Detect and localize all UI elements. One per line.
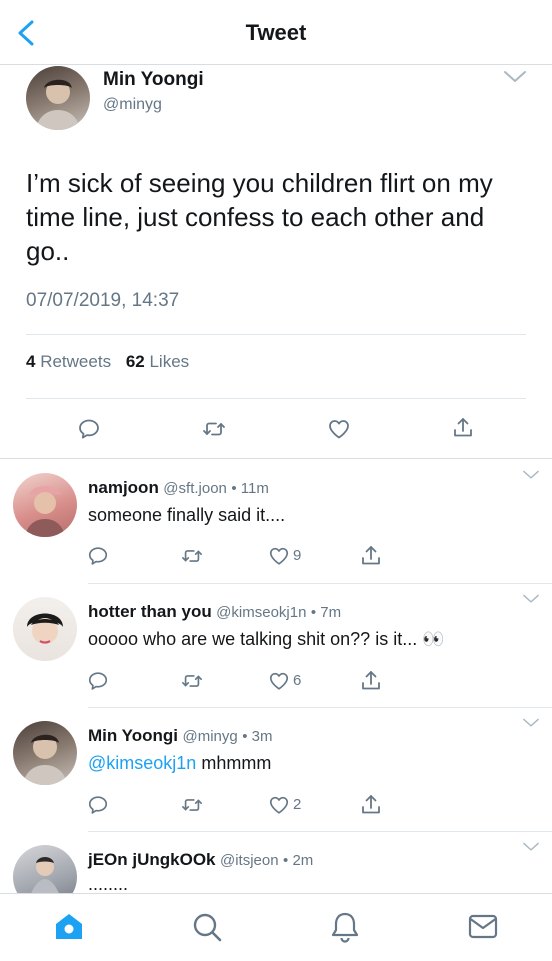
- share-icon[interactable]: [451, 416, 475, 440]
- avatar-image: [25, 486, 65, 537]
- bell-icon[interactable]: [329, 910, 361, 944]
- avatar[interactable]: [26, 66, 90, 130]
- author-handle[interactable]: @minyg: [103, 96, 162, 114]
- retweet-icon[interactable]: [180, 670, 204, 692]
- share-icon[interactable]: [359, 544, 383, 568]
- reply-header: hotter than you @kimseokj1n • 7m: [88, 602, 341, 622]
- divider: [26, 334, 526, 335]
- reply-header: Min Yoongi @minyg • 3m: [88, 726, 272, 746]
- reply-time: • 2m: [283, 852, 314, 869]
- search-icon[interactable]: [191, 911, 223, 943]
- reply-time: • 11m: [231, 480, 269, 497]
- tweet-text-line: I’m sick of seeing you children flirt on…: [26, 168, 493, 198]
- reply-text: @kimseokj1n mhmmm: [88, 753, 271, 774]
- divider: [88, 707, 552, 708]
- retweets-stat[interactable]: 4 Retweets: [26, 352, 111, 371]
- avatar[interactable]: [13, 473, 77, 537]
- likes-stat[interactable]: 62 Likes: [126, 352, 189, 371]
- divider: [0, 458, 552, 459]
- divider: [26, 398, 526, 399]
- author-handle[interactable]: @sft.joon: [163, 480, 227, 497]
- divider: [88, 583, 552, 584]
- mention-link[interactable]: @kimseokj1n: [88, 753, 196, 773]
- tweet-text-line: go..: [26, 236, 70, 266]
- like-count: 6: [293, 672, 302, 689]
- author-handle[interactable]: @kimseokj1n: [216, 604, 306, 621]
- bottom-tab-bar: [0, 893, 552, 961]
- retweet-icon[interactable]: [180, 794, 204, 816]
- tweet-timestamp: 07/07/2019, 14:37: [26, 290, 180, 311]
- share-icon[interactable]: [359, 793, 383, 817]
- avatar-image: [27, 613, 63, 644]
- reply-text: someone finally said it....: [88, 505, 286, 525]
- reply-icon[interactable]: [87, 545, 109, 567]
- chevron-down-icon[interactable]: [522, 842, 540, 852]
- reply-text: ........: [88, 874, 129, 894]
- chevron-down-icon[interactable]: [522, 718, 540, 728]
- retweet-icon[interactable]: [180, 545, 204, 567]
- reply-time: • 7m: [310, 604, 342, 621]
- heart-icon[interactable]: [327, 417, 351, 441]
- home-icon[interactable]: [53, 911, 85, 943]
- heart-icon[interactable]: [268, 794, 290, 816]
- eyes-emoji: 👀: [422, 629, 445, 649]
- reply-icon[interactable]: [87, 670, 109, 692]
- tweet-text-line: time line, just confess to each other an…: [26, 202, 485, 232]
- reply-header: jEOn jUngkOOk @itsjeon • 2m: [88, 850, 313, 870]
- avatar[interactable]: [13, 597, 77, 661]
- avatar-image: [23, 734, 67, 785]
- page-title: Tweet: [245, 20, 307, 45]
- like-count: 9: [293, 547, 302, 564]
- chevron-down-icon[interactable]: [503, 70, 527, 84]
- reply-header: namjoon @sft.joon • 11m: [88, 478, 269, 498]
- author-handle[interactable]: @itsjeon: [220, 852, 279, 869]
- reply-text-content: ooooo who are we talking shit on?? is it…: [88, 629, 418, 649]
- author-name[interactable]: Min Yoongi: [103, 69, 204, 91]
- top-bar: Tweet: [0, 0, 552, 65]
- author-name[interactable]: namjoon: [88, 478, 159, 497]
- author-name[interactable]: Min Yoongi: [88, 726, 178, 745]
- author-handle[interactable]: @minyg: [182, 728, 237, 745]
- divider: [88, 831, 552, 832]
- reply-text: ooooo who are we talking shit on?? is it…: [88, 629, 445, 650]
- avatar-image: [36, 79, 80, 130]
- tweet-text: I’m sick of seeing you children flirt on…: [26, 166, 493, 268]
- reply-icon[interactable]: [87, 794, 109, 816]
- retweet-icon[interactable]: [202, 417, 226, 441]
- chevron-down-icon[interactable]: [522, 594, 540, 604]
- reply-text-content: mhmmm: [201, 753, 272, 773]
- reply-time: • 3m: [242, 728, 273, 745]
- tweet-stats: 4 Retweets 62 Likes: [26, 352, 189, 372]
- reply-icon[interactable]: [77, 417, 101, 441]
- mail-icon[interactable]: [467, 912, 499, 942]
- heart-icon[interactable]: [268, 545, 290, 567]
- author-name[interactable]: jEOn jUngkOOk: [88, 850, 216, 869]
- avatar[interactable]: [13, 721, 77, 785]
- like-count: 2: [293, 796, 302, 813]
- author-name[interactable]: hotter than you: [88, 602, 212, 621]
- heart-icon[interactable]: [268, 670, 290, 692]
- chevron-down-icon[interactable]: [522, 470, 540, 480]
- share-icon[interactable]: [359, 669, 383, 693]
